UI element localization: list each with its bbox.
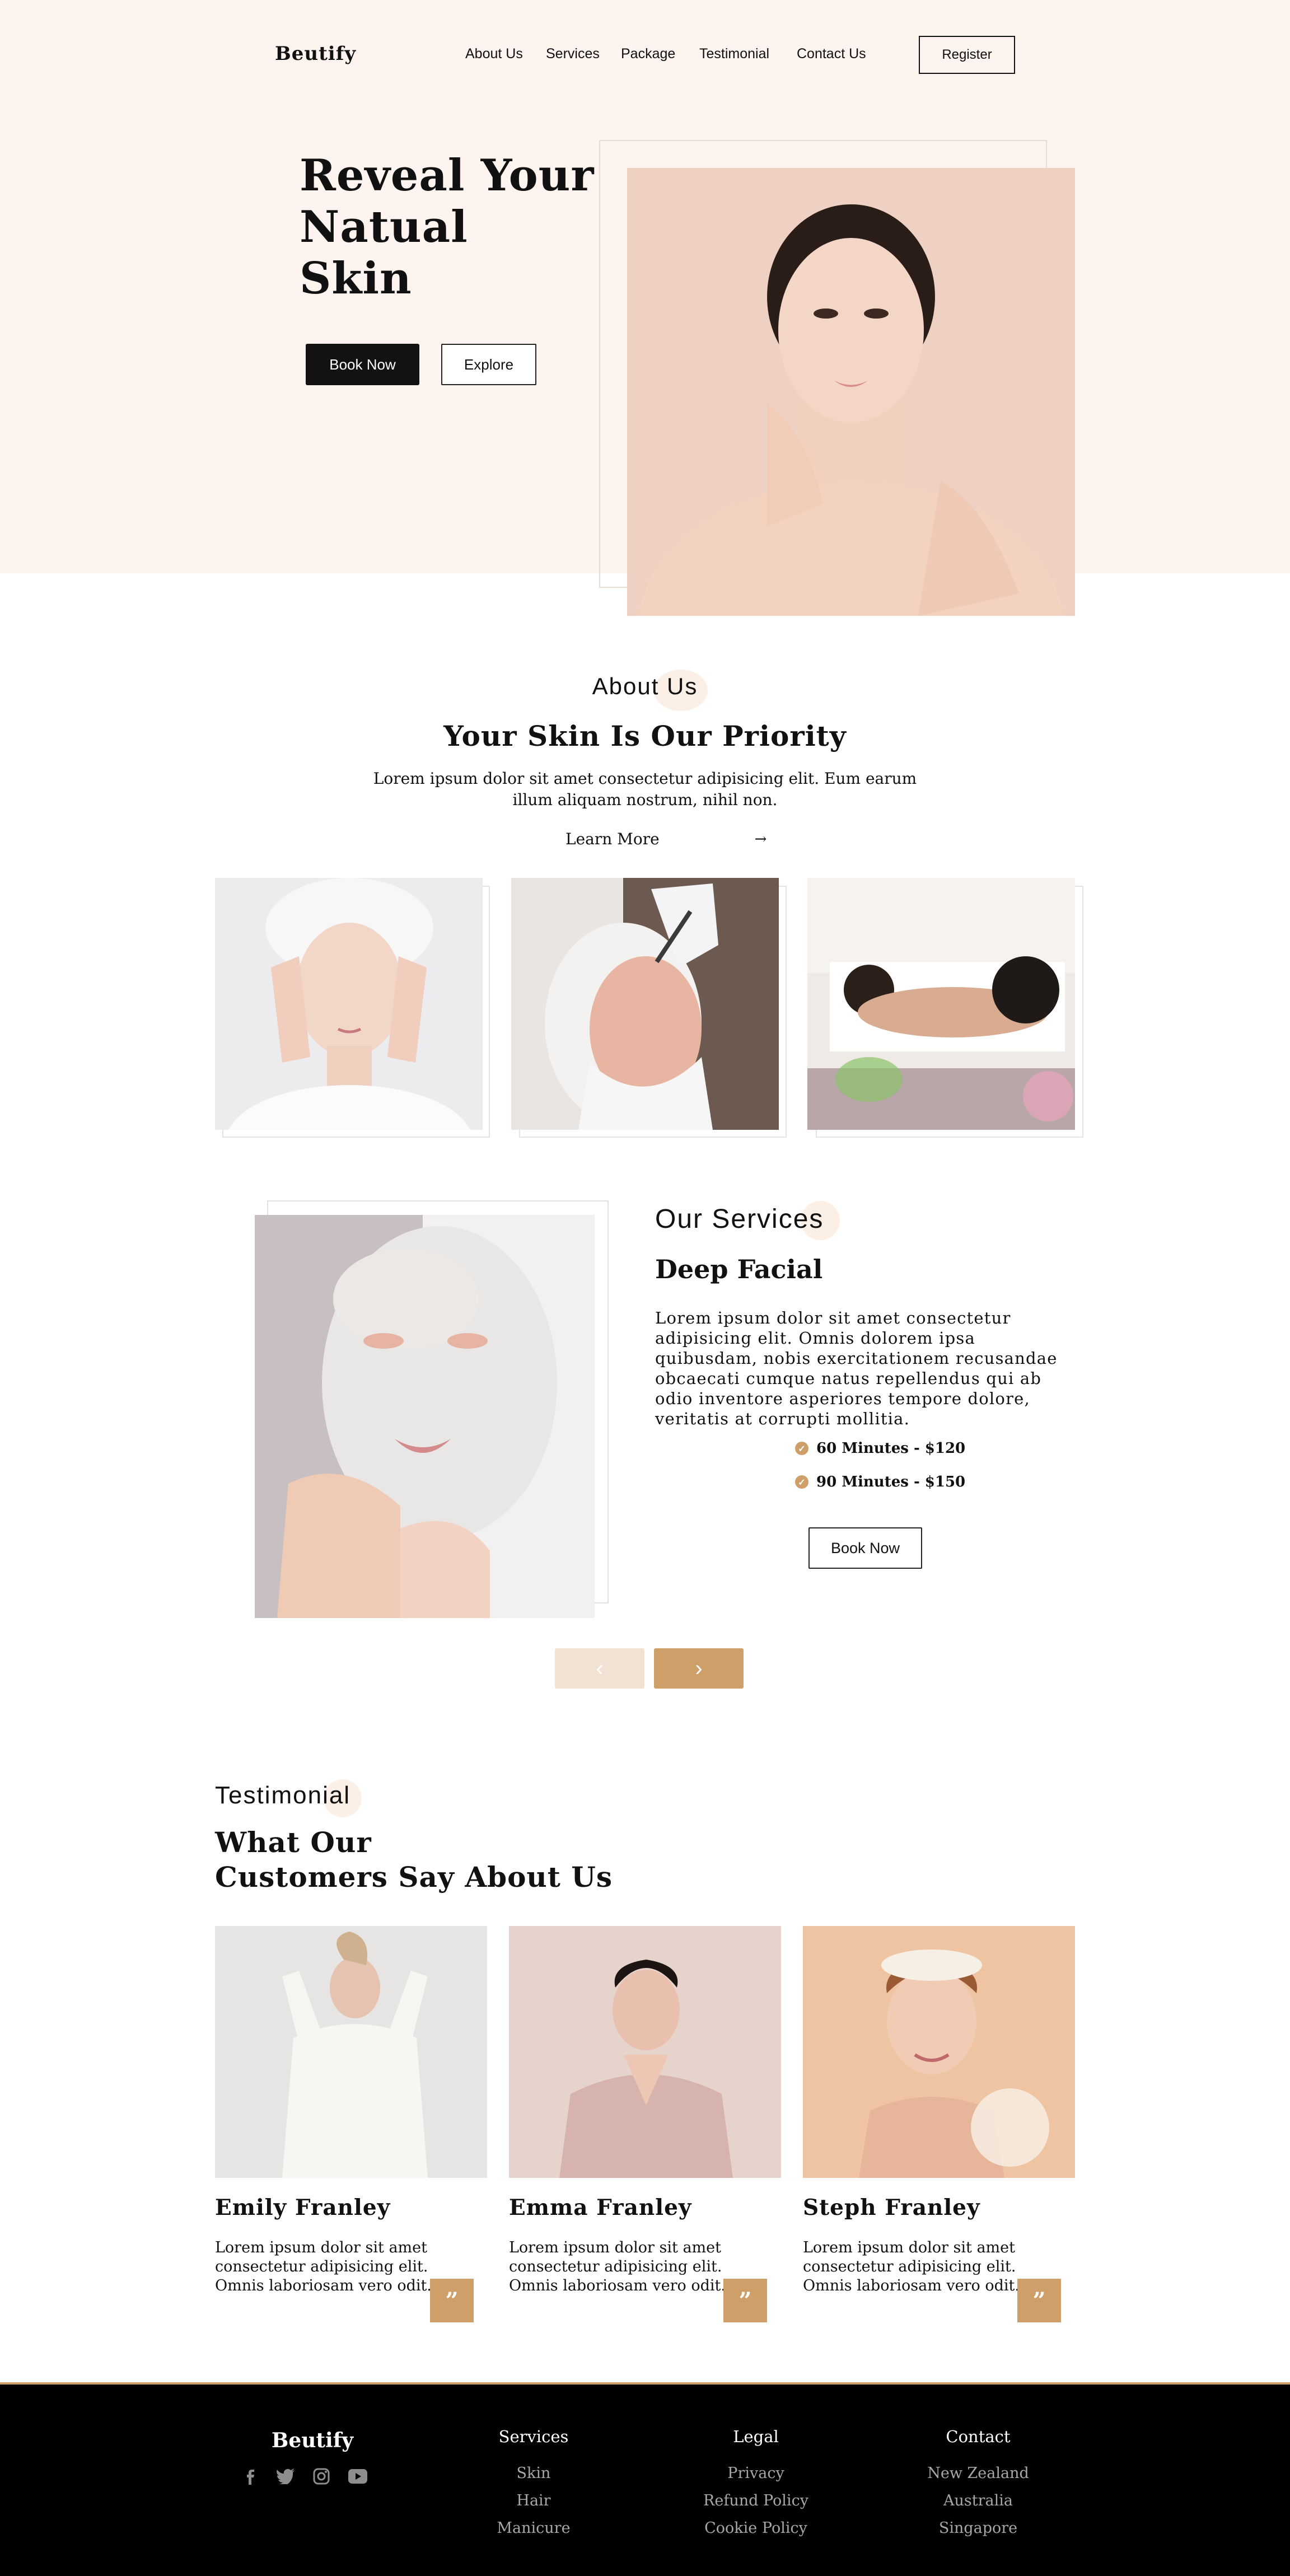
footer-link-singapore[interactable]: Singapore xyxy=(894,2519,1062,2537)
footer-link-refund-policy[interactable]: Refund Policy xyxy=(672,2492,840,2509)
testimonial-text: Lorem ipsum dolor sit amet consectetur a… xyxy=(215,2239,432,2294)
about-description: Lorem ipsum dolor sit amet consectetur a… xyxy=(373,769,917,809)
quote-icon: ” xyxy=(430,2279,474,2322)
testimonial-name: Emma Franley xyxy=(509,2195,692,2220)
youtube-icon[interactable] xyxy=(347,2466,368,2487)
testimonial-heading: What Our Customers Say About Us xyxy=(215,1825,613,1895)
services-mask-image xyxy=(255,1215,595,1618)
testimonial-photo xyxy=(509,1926,781,2178)
footer-link-skin[interactable]: Skin xyxy=(450,2465,618,2482)
testimonial-photo xyxy=(215,1926,487,2178)
about-kicker: About Us xyxy=(592,673,698,699)
chevron-right-icon: › xyxy=(695,1656,703,1681)
twitter-icon[interactable] xyxy=(275,2466,296,2487)
footer-heading-contact: Contact xyxy=(946,2427,1011,2446)
instagram-icon[interactable] xyxy=(311,2466,332,2487)
carousel-prev-button[interactable]: ‹ xyxy=(555,1648,644,1689)
footer-brand[interactable]: Beutify xyxy=(268,2429,357,2452)
footer-link-manicure[interactable]: Manicure xyxy=(450,2519,618,2537)
facebook-icon[interactable] xyxy=(240,2466,261,2487)
price-option: ✓ 60 Minutes - $120 xyxy=(795,1440,965,1457)
about-image-spa-massage xyxy=(807,878,1075,1130)
check-circle-icon: ✓ xyxy=(795,1442,808,1455)
price-option: ✓ 90 Minutes - $150 xyxy=(795,1474,965,1490)
hero-book-now-button[interactable]: Book Now xyxy=(306,344,419,385)
check-circle-icon: ✓ xyxy=(795,1475,808,1489)
testimonial-name: Steph Franley xyxy=(803,2195,980,2220)
about-image-facial-treatment xyxy=(511,878,779,1130)
chevron-left-icon: ‹ xyxy=(596,1656,604,1681)
nav-services[interactable]: Services xyxy=(546,46,600,62)
service-description: Lorem ipsum dolor sit amet consectetur a… xyxy=(655,1308,1058,1428)
quote-icon: ” xyxy=(1017,2279,1061,2322)
learn-more-link[interactable]: Learn More → xyxy=(565,830,766,848)
nav-about-us[interactable]: About Us xyxy=(465,46,523,62)
carousel-next-button[interactable]: › xyxy=(654,1648,744,1689)
footer-heading-legal: Legal xyxy=(733,2427,779,2446)
hero-title-line-1: Reveal Your xyxy=(300,150,595,201)
quote-icon: ” xyxy=(723,2279,767,2322)
testimonial-heading-line-1: What Our xyxy=(215,1826,372,1859)
footer xyxy=(0,2382,1290,2576)
service-book-now-button[interactable]: Book Now xyxy=(808,1527,922,1569)
testimonial-name: Emily Franley xyxy=(215,2195,391,2220)
hero-explore-button[interactable]: Explore xyxy=(441,344,536,385)
footer-link-privacy[interactable]: Privacy xyxy=(672,2465,840,2482)
footer-link-hair[interactable]: Hair xyxy=(450,2492,618,2509)
price-option-label: 60 Minutes - $120 xyxy=(816,1440,966,1457)
hero-portrait-image xyxy=(627,168,1075,616)
about-image-towel-woman xyxy=(215,878,483,1130)
hero-title-line-3: Skin xyxy=(300,253,412,304)
about-heading: Your Skin Is Our Priority xyxy=(443,719,847,752)
nav-testimonial[interactable]: Testimonial xyxy=(699,46,769,62)
footer-link-cookie-policy[interactable]: Cookie Policy xyxy=(672,2519,840,2537)
register-button[interactable]: Register xyxy=(919,36,1015,74)
footer-heading-services: Services xyxy=(498,2427,569,2446)
hero-title-line-2: Natual xyxy=(300,202,468,253)
arrow-right-icon: → xyxy=(754,830,767,848)
learn-more-label: Learn More xyxy=(565,830,660,848)
footer-link-new-zealand[interactable]: New Zealand xyxy=(894,2465,1062,2482)
brand-logo[interactable]: Beutify xyxy=(275,43,356,65)
services-kicker: Our Services xyxy=(655,1204,824,1234)
nav-package[interactable]: Package xyxy=(621,46,675,62)
testimonial-photo xyxy=(803,1926,1075,2178)
nav-contact-us[interactable]: Contact Us xyxy=(797,46,866,62)
service-title: Deep Facial xyxy=(655,1254,823,1284)
hero-title: Reveal Your Natual Skin xyxy=(300,150,613,305)
testimonial-heading-line-2: Customers Say About Us xyxy=(215,1860,613,1894)
price-option-label: 90 Minutes - $150 xyxy=(816,1474,966,1490)
footer-link-australia[interactable]: Australia xyxy=(894,2492,1062,2509)
testimonial-kicker: Testimonial xyxy=(215,1782,351,1809)
